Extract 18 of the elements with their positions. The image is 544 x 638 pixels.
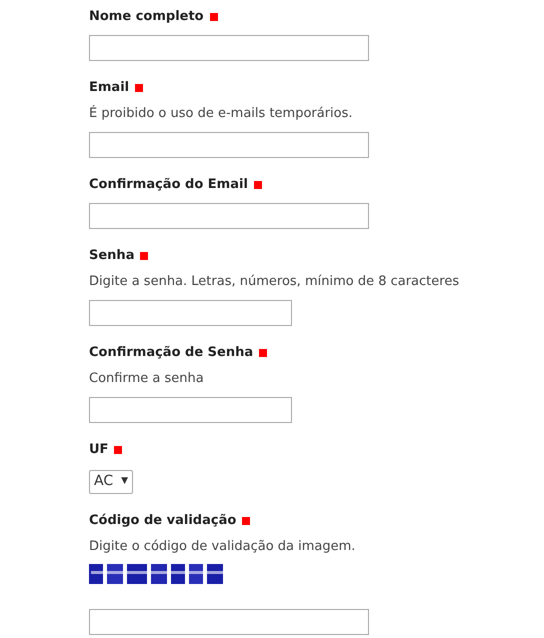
field-label: Código de validação: [89, 512, 236, 530]
help-text: É proibido o uso de e-mails temporários.: [89, 104, 354, 123]
help-text: Digite o código de validação da imagem.: [89, 538, 356, 556]
help-text: Digite a senha. Letras, números, mínimo de 8 caracteres: [89, 273, 460, 291]
input-field[interactable]: [89, 608, 369, 634]
field-label: Senha: [89, 247, 134, 266]
input-field[interactable]: [89, 203, 369, 229]
field-label: Nome completo: [89, 8, 204, 26]
help-text: Confirme a senha: [89, 370, 205, 388]
input-field[interactable]: [89, 397, 292, 423]
field-label: Email: [89, 79, 130, 98]
field-label: Confirmação do Email: [89, 176, 248, 194]
field-label: Confirmação de Senha: [89, 344, 254, 362]
state-select[interactable]: AC ▼: [89, 470, 134, 494]
input-field[interactable]: [89, 35, 369, 61]
input-field[interactable]: [89, 132, 369, 158]
field-label: UF: [89, 441, 108, 460]
input-field[interactable]: [89, 300, 292, 326]
